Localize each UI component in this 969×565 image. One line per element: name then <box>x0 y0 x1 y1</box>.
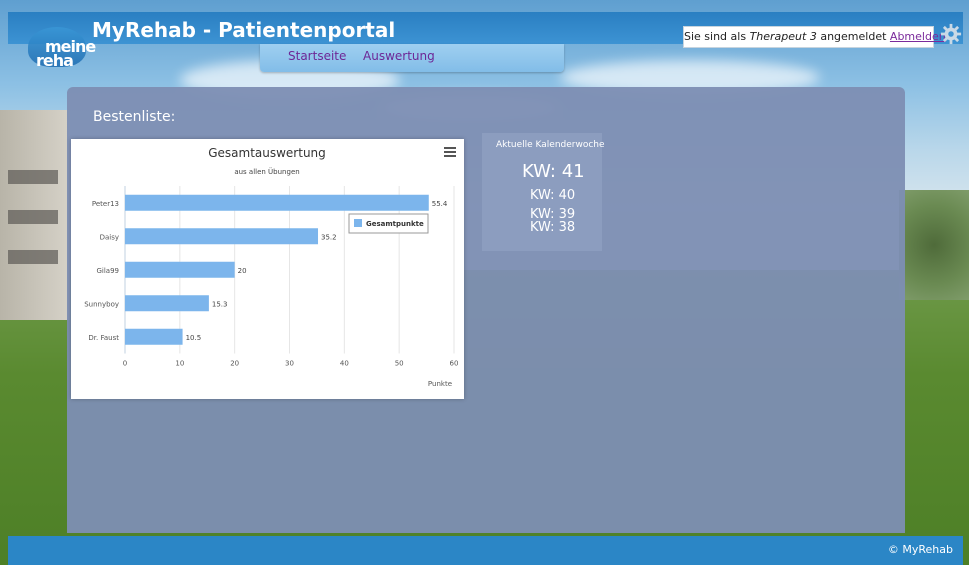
main-panel: Bestenliste: Gesamtauswertung aus allen … <box>67 87 905 533</box>
y-tick-label: Sunnyboy <box>84 300 119 308</box>
header: meine reha MyRehab - Patientenportal Sie… <box>8 12 963 72</box>
section-title: Bestenliste: <box>93 109 176 125</box>
chart-card: Gesamtauswertung aus allen Übungen Peter… <box>71 139 464 399</box>
bar[interactable] <box>125 328 183 345</box>
calendar-week-box: Aktuelle Kalenderwoche KW: 41 KW: 40 KW:… <box>482 133 605 251</box>
current-week: KW: 41 <box>522 161 585 182</box>
x-tick-label: 10 <box>175 360 184 368</box>
nav-auswertung[interactable]: Auswertung <box>363 49 435 63</box>
legend-swatch <box>354 219 362 227</box>
y-tick-label: Daisy <box>100 233 119 241</box>
user-prefix: Sie sind als <box>684 30 747 43</box>
x-tick-label: 30 <box>285 360 294 368</box>
bar-chart: Gesamtauswertung aus allen Übungen Peter… <box>84 146 459 388</box>
data-label: 15.3 <box>212 300 228 308</box>
x-tick-label: 50 <box>395 360 404 368</box>
gear-icon[interactable] <box>940 23 962 45</box>
logout-link[interactable]: Abmelden <box>890 30 946 43</box>
logo-text-reha: reha <box>36 51 74 70</box>
user-name: Therapeut 3 <box>749 30 817 43</box>
calendar-heading: Aktuelle Kalenderwoche <box>496 140 605 150</box>
y-tick-label: Dr. Faust <box>88 334 119 342</box>
week-item[interactable]: KW: 38 <box>530 221 575 234</box>
chart-subtitle: aus allen Übungen <box>234 167 299 176</box>
nav-startseite[interactable]: Startseite <box>288 49 346 63</box>
user-suffix: angemeldet <box>820 30 887 43</box>
x-tick-label: 60 <box>450 360 459 368</box>
data-label: 35.2 <box>321 233 337 241</box>
y-tick-label: Peter13 <box>92 200 119 208</box>
bar[interactable] <box>125 295 209 312</box>
x-axis-label: Punkte <box>428 380 452 388</box>
logo[interactable]: meine reha <box>28 27 96 70</box>
user-info: Sie sind als Therapeut 3 angemeldet Abme… <box>683 26 946 48</box>
data-label: 55.4 <box>432 200 448 208</box>
app-title: MyRehab - Patientenportal <box>92 18 396 42</box>
bar[interactable] <box>125 228 319 245</box>
y-tick-label: Gila99 <box>96 267 119 275</box>
x-tick-label: 20 <box>230 360 239 368</box>
legend-item[interactable]: Gesamtpunkte <box>366 220 424 228</box>
bar[interactable] <box>125 194 429 211</box>
x-tick-label: 40 <box>340 360 349 368</box>
x-tick-label: 0 <box>123 360 127 368</box>
building-background <box>0 110 70 320</box>
main-nav: Startseite Auswertung <box>260 44 564 72</box>
chart-title: Gesamtauswertung <box>208 146 326 160</box>
chart-menu-icon[interactable] <box>444 147 456 159</box>
data-label: 10.5 <box>186 334 202 342</box>
footer: © MyRehab <box>8 536 963 565</box>
bar[interactable] <box>125 261 235 278</box>
week-item[interactable]: KW: 40 <box>530 189 575 202</box>
trees-background <box>899 190 969 300</box>
copyright: © MyRehab <box>887 543 953 556</box>
data-label: 20 <box>238 267 247 275</box>
